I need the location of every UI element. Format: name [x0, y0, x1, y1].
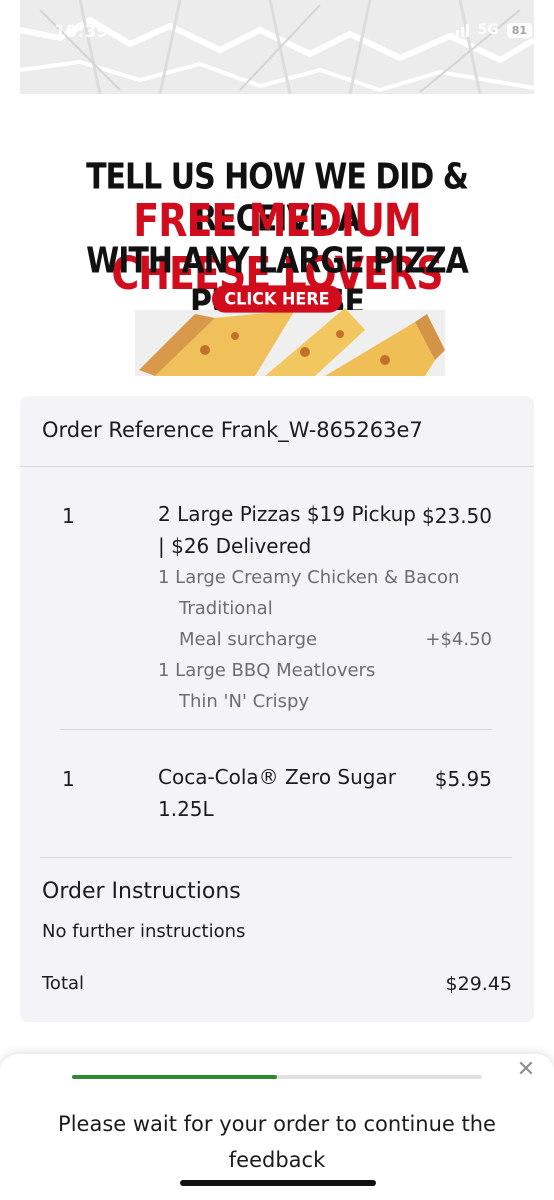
item-detail-price: +$4.50: [425, 629, 492, 650]
item-detail: 1 Large Creamy Chicken & Bacon: [158, 567, 460, 588]
feedback-sheet: ✕ Please wait for your order to continue…: [0, 1054, 554, 1200]
order-reference: Order Reference Frank_W-865263e7: [42, 418, 423, 442]
feedback-progress-bar: [72, 1075, 482, 1079]
feedback-promo-banner[interactable]: TELL US HOW WE DID & RECEIVE A FREE MEDI…: [50, 150, 504, 376]
item-price: $23.50: [422, 504, 492, 528]
item-quantity: 1: [62, 767, 75, 791]
divider: [60, 729, 492, 730]
item-quantity: 1: [62, 504, 75, 528]
home-indicator[interactable]: [180, 1180, 376, 1186]
status-time: 19:39: [54, 22, 109, 42]
item-detail: Traditional: [179, 598, 273, 619]
item-price: $5.95: [434, 767, 492, 791]
signal-icon: [451, 23, 470, 37]
network-type: 5G: [477, 22, 499, 38]
item-detail: 1 Large BBQ Meatlovers: [158, 660, 376, 681]
item-detail: Meal surcharge: [179, 629, 318, 650]
feedback-message: Please wait for your order to continue t…: [58, 1112, 496, 1172]
status-indicators: 5G 81: [451, 22, 532, 38]
click-here-button[interactable]: CLICK HERE: [212, 285, 342, 313]
total-label: Total: [42, 973, 85, 994]
order-instructions-title: Order Instructions: [42, 879, 241, 904]
total-value: $29.45: [445, 973, 512, 995]
status-bar: 19:39 5G 81: [0, 0, 554, 60]
order-instructions-text: No further instructions: [42, 921, 246, 942]
divider: [20, 466, 534, 467]
order-summary-card: Order Reference Frank_W-865263e7 1 2 Lar…: [20, 396, 534, 1022]
progress-fill: [72, 1075, 277, 1079]
battery-icon: 81: [506, 22, 532, 38]
divider: [40, 857, 512, 858]
close-icon[interactable]: ✕: [514, 1058, 538, 1082]
item-detail: Thin 'N' Crispy: [179, 691, 310, 712]
